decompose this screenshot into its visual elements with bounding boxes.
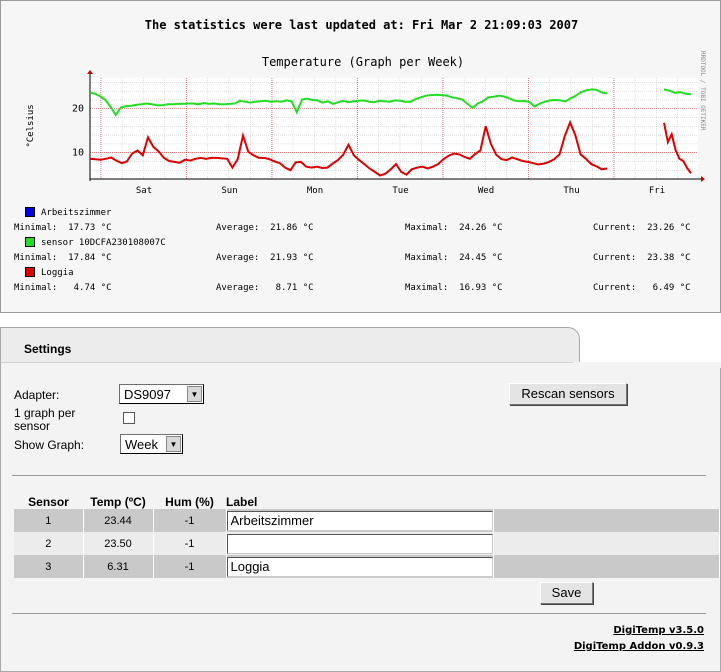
header-hum: Hum (%) [165, 495, 214, 509]
dropdown-arrow-icon: ▼ [187, 386, 202, 402]
legend-min-loggia: Minimal: 4.74 °C [14, 283, 112, 293]
chart-title: Temperature (Graph per Week) [262, 55, 464, 69]
sensor-hum: -1 [153, 555, 227, 578]
legend-cur-loggia: Current: 6.49 °C [593, 283, 691, 293]
legend-swatch-loggia [25, 267, 35, 277]
show-graph-select[interactable]: Week ▼ [120, 434, 183, 454]
digitemp-addon-version-link[interactable]: DigiTemp Addon v0.9.3 [574, 641, 704, 652]
graph-per-sensor-checkbox[interactable] [123, 412, 135, 424]
sensor-label-input[interactable] [226, 510, 493, 531]
legend-avg-arbeitszimmer: Average: 21.86 °C [216, 223, 314, 233]
legend-name-sensor2: sensor 10DCFA230108007C [41, 238, 166, 248]
legend-swatch-arbeitszimmer [25, 207, 35, 217]
sensor-id: 3 [14, 555, 84, 578]
settings-tab [0, 327, 580, 367]
sensor-table: Sensor Temp (ºC) Hum (%) Label 1 23.44 -… [14, 495, 720, 578]
settings-title: Settings [24, 342, 72, 356]
legend-name-loggia: Loggia [41, 268, 74, 278]
header-temp: Temp (ºC) [90, 495, 146, 509]
sensor-table-header: Sensor Temp (ºC) Hum (%) Label [14, 495, 720, 509]
dropdown-arrow-icon: ▼ [166, 436, 181, 452]
x-tick-label: Mon [307, 186, 323, 196]
header-sensor: Sensor [28, 495, 69, 509]
legend-swatch-sensor2 [25, 237, 35, 247]
sensor-temp: 6.31 [83, 555, 154, 578]
sensor-temp: 23.44 [83, 509, 154, 532]
graph-per-sensor-label: 1 graph per sensor [14, 406, 76, 433]
sensor-label-input[interactable] [226, 533, 493, 554]
legend-cur-arbeitszimmer: Current: 23.26 °C [593, 223, 691, 233]
legend-min-sensor2: Minimal: 17.84 °C [14, 253, 112, 263]
legend-cur-sensor2: Current: 23.38 °C [593, 253, 691, 263]
sensor-hum: -1 [153, 509, 227, 532]
sensor-id: 2 [14, 532, 84, 555]
legend-avg-loggia: Average: 8.71 °C [216, 283, 314, 293]
x-tick-label: Tue [392, 186, 408, 196]
x-tick-label: Sat [136, 186, 152, 196]
header-label: Label [226, 495, 258, 509]
x-tick-label: Fri [649, 186, 665, 196]
adapter-value: DS9097 [124, 387, 171, 402]
table-row: 3 6.31 -1 [14, 555, 720, 578]
chart-y-label: °Celsius [26, 104, 36, 147]
save-button[interactable]: Save [540, 582, 593, 604]
x-tick-label: Wed [478, 186, 494, 196]
chart-watermark: RRDTOOL / TOBI OETIKER [699, 51, 706, 131]
legend-avg-sensor2: Average: 21.93 °C [216, 253, 314, 263]
sensor-hum: -1 [153, 532, 227, 555]
show-graph-label: Show Graph: [14, 438, 85, 452]
statistics-panel: The statistics were last updated at: Fri… [0, 0, 721, 313]
legend-max-sensor2: Maximal: 24.45 °C [405, 253, 503, 263]
last-updated-text: The statistics were last updated at: Fri… [144, 18, 579, 32]
legend-name-arbeitszimmer: Arbeitszimmer [41, 208, 112, 218]
sensor-label-input[interactable] [226, 556, 493, 577]
legend-max-arbeitszimmer: Maximal: 24.26 °C [405, 223, 503, 233]
y-tick-label: 20 [72, 104, 84, 115]
adapter-select[interactable]: DS9097 ▼ [119, 384, 204, 404]
chart-x-ticks: Sat Sun Mon Tue Wed Thu Fri [136, 186, 665, 196]
rescan-sensors-button[interactable]: Rescan sensors [509, 383, 627, 405]
show-graph-value: Week [125, 437, 158, 452]
adapter-label: Adapter: [14, 388, 60, 402]
x-tick-label: Thu [563, 186, 579, 196]
sensor-temp: 23.50 [83, 532, 154, 555]
divider [12, 613, 706, 614]
legend-max-loggia: Maximal: 16.93 °C [405, 283, 503, 293]
digitemp-version-link[interactable]: DigiTemp v3.5.0 [613, 625, 704, 636]
table-row: 1 23.44 -1 [14, 509, 720, 532]
temperature-chart: Temperature (Graph per Week) °Celsius RR… [26, 51, 706, 196]
divider [12, 475, 706, 476]
x-tick-label: Sun [221, 186, 237, 196]
sensor-id: 1 [14, 509, 84, 532]
legend-min-arbeitszimmer: Minimal: 17.73 °C [14, 223, 112, 233]
y-tick-label: 10 [72, 148, 84, 159]
chart-y-ticks: 10 20 [72, 104, 84, 159]
table-row: 2 23.50 -1 [14, 532, 720, 555]
